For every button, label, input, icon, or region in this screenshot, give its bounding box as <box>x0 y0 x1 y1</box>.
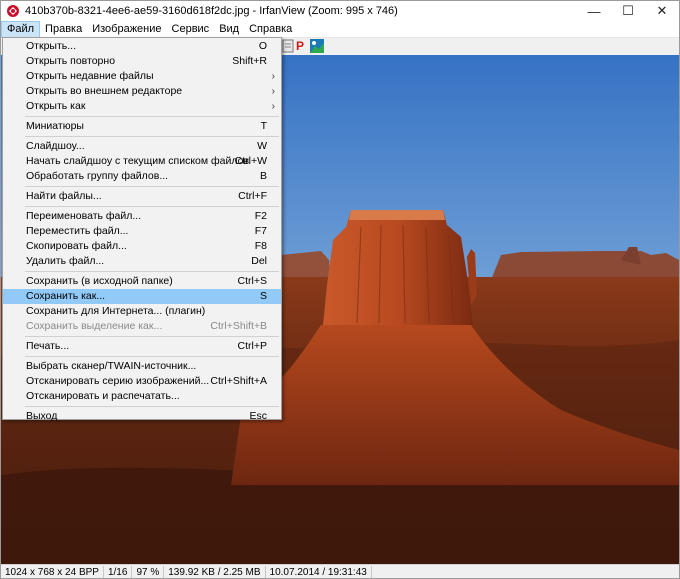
irfan-logo-icon[interactable] <box>310 39 324 53</box>
menu-reopen[interactable]: Открыть повторно Shift+R <box>3 54 281 69</box>
menu-separator <box>25 356 279 357</box>
menu-image[interactable]: Изображение <box>87 21 166 38</box>
menu-bar: Файл Правка Изображение Сервис Вид Справ… <box>1 20 679 38</box>
window-title: 410b370b-8321-4ee6-ae59-3160d618f2dc.jpg… <box>25 5 398 17</box>
menu-separator <box>25 206 279 207</box>
menu-open-external[interactable]: Открыть во внешнем редакторе › <box>3 84 281 99</box>
menu-scan-batch[interactable]: Отсканировать серию изображений... Ctrl+S… <box>3 374 281 389</box>
menu-scan-print[interactable]: Отсканировать и распечатать... <box>3 389 281 404</box>
menu-save-for-web[interactable]: Сохранить для Интернета... (плагин) <box>3 304 281 319</box>
title-bar[interactable]: 410b370b-8321-4ee6-ae59-3160d618f2dc.jpg… <box>1 1 679 21</box>
menu-help[interactable]: Справка <box>244 21 297 38</box>
gray-square-icon[interactable] <box>282 39 296 53</box>
submenu-arrow-icon: › <box>271 86 275 97</box>
irfanview-app-icon[interactable] <box>5 3 21 19</box>
close-button[interactable]: ✕ <box>645 1 679 21</box>
menu-delete[interactable]: Удалить файл... Del <box>3 254 281 269</box>
maximize-button[interactable]: ☐ <box>611 1 645 21</box>
menu-save[interactable]: Сохранить (в исходной папке) Ctrl+S <box>3 274 281 289</box>
submenu-arrow-icon: › <box>271 71 275 82</box>
menu-separator <box>25 271 279 272</box>
menu-slideshow[interactable]: Слайдшоу... W <box>3 139 281 154</box>
menu-separator <box>25 336 279 337</box>
menu-find-files[interactable]: Найти файлы... Ctrl+F <box>3 189 281 204</box>
menu-file[interactable]: Файл <box>1 20 41 38</box>
menu-edit[interactable]: Правка <box>40 21 87 38</box>
menu-rename[interactable]: Переименовать файл... F2 <box>3 209 281 224</box>
red-p-icon[interactable]: P <box>296 39 310 53</box>
menu-open[interactable]: Открыть... O <box>3 39 281 54</box>
menu-move[interactable]: Переместить файл... F7 <box>3 224 281 239</box>
menu-separator <box>25 406 279 407</box>
file-menu-dropdown: Открыть... O Открыть повторно Shift+R Откр… <box>2 37 282 422</box>
status-dimensions: 1024 x 768 x 24 BPP <box>1 565 104 578</box>
menu-separator <box>25 136 279 137</box>
menu-thumbnails[interactable]: Миниатюры T <box>3 119 281 134</box>
menu-view[interactable]: Вид <box>214 21 244 38</box>
menu-tools[interactable]: Сервис <box>167 21 215 38</box>
irfanview-window: 410b370b-8321-4ee6-ae59-3160d618f2dc.jpg… <box>0 0 680 579</box>
menu-copy[interactable]: Скопировать файл... F8 <box>3 239 281 254</box>
menu-open-as[interactable]: Открыть как › <box>3 99 281 114</box>
menu-print[interactable]: Печать... Ctrl+P <box>3 339 281 354</box>
menu-select-scanner[interactable]: Выбрать сканер/TWAIN-источник... <box>3 359 281 374</box>
submenu-arrow-icon: › <box>271 101 275 112</box>
status-bar: 1024 x 768 x 24 BPP 1/16 97 % 139.92 KB … <box>1 564 679 578</box>
status-index: 1/16 <box>104 565 133 578</box>
menu-save-selection: Сохранить выделение как... Ctrl+Shift+B <box>26 320 267 332</box>
menu-separator <box>25 116 279 117</box>
menu-save-as[interactable]: Сохранить как... S <box>3 289 281 304</box>
menu-batch[interactable]: Обработать группу файлов... B <box>3 169 281 184</box>
status-datetime: 10.07.2014 / 19:31:43 <box>266 565 372 578</box>
status-zoom: 97 % <box>132 565 165 578</box>
minimize-button[interactable]: — <box>577 1 611 21</box>
menu-open-recent[interactable]: Открыть недавние файлы › <box>3 69 281 84</box>
menu-separator <box>25 186 279 187</box>
status-filesize: 139.92 KB / 2.25 MB <box>164 565 266 578</box>
menu-slideshow-current[interactable]: Начать слайдшоу с текущим списком файлов… <box>3 154 281 169</box>
menu-exit[interactable]: Выход Esc <box>3 409 281 424</box>
